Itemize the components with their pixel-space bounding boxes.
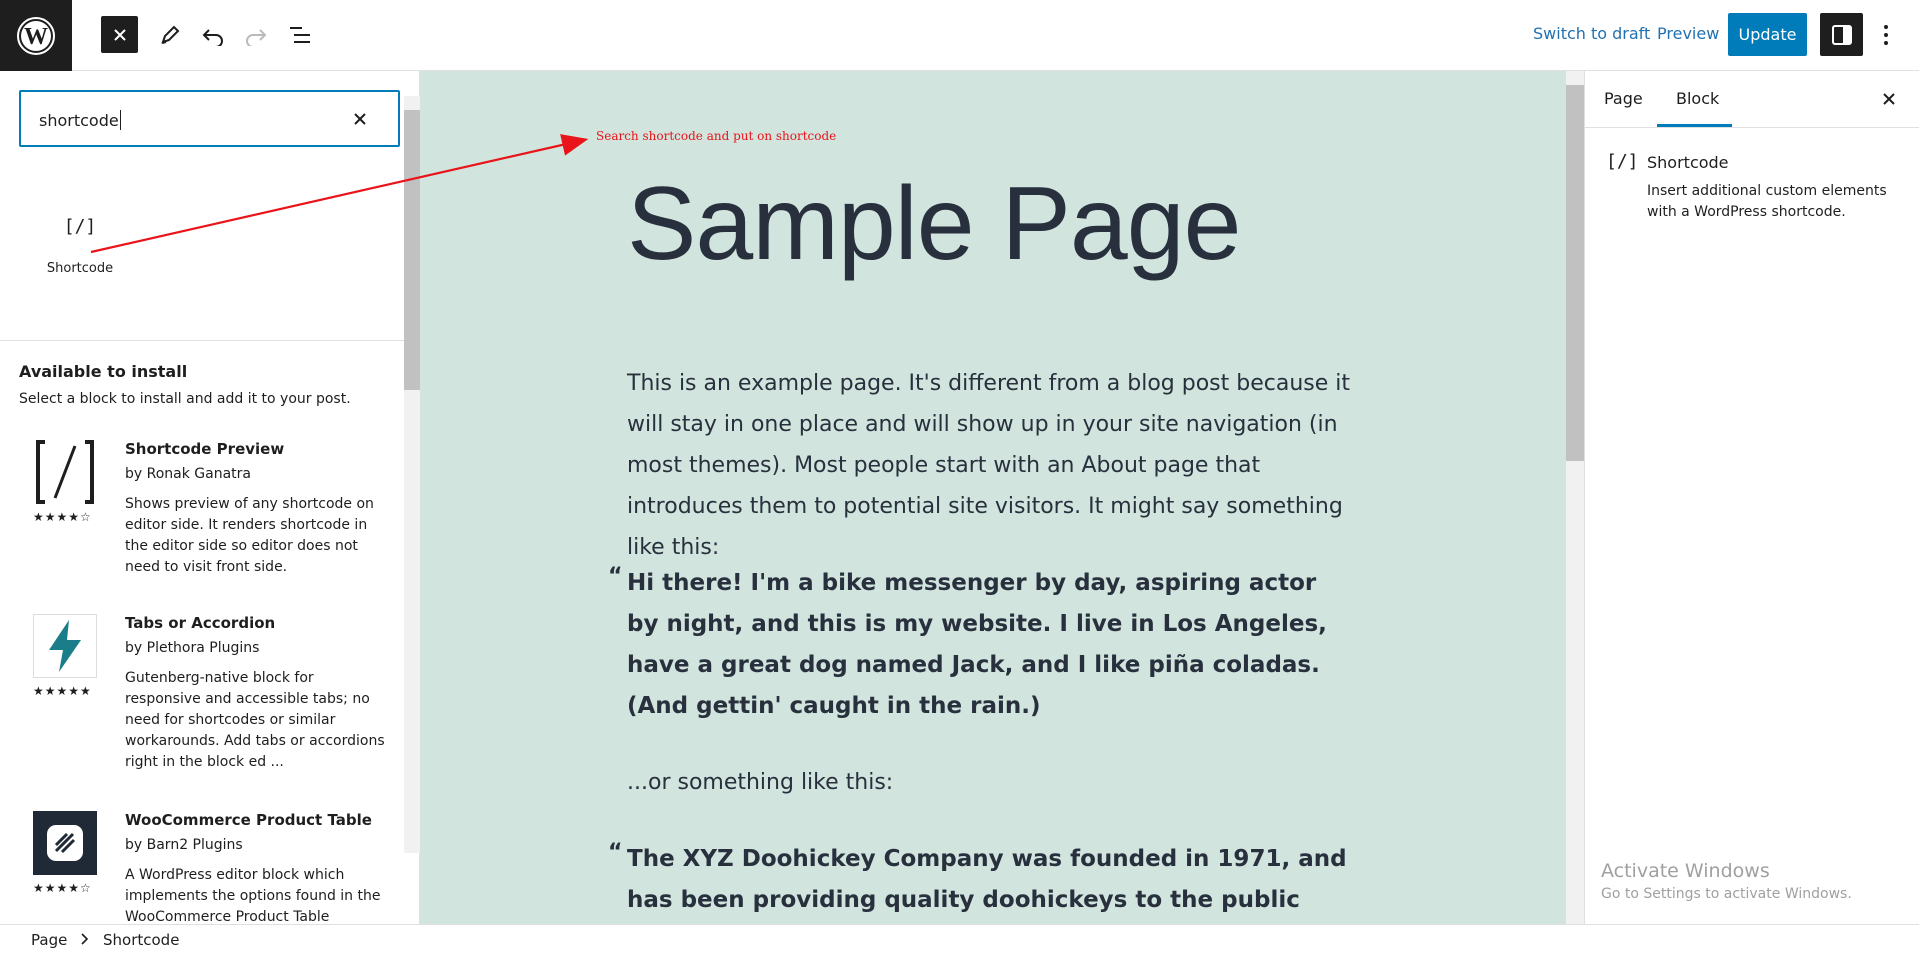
inserter-scrollbar-thumb[interactable] <box>404 110 420 390</box>
pencil-icon <box>160 25 179 44</box>
plugin-item-woocommerce-product-table[interactable]: ★★★★☆ WooCommerce Product Table by Barn2… <box>19 811 389 924</box>
quote-block[interactable]: Hi there! I'm a bike messenger by day, a… <box>627 563 1347 727</box>
settings-toggle-button[interactable] <box>1820 13 1863 56</box>
barn2-logo-icon <box>33 811 97 875</box>
close-inserter-button[interactable] <box>101 16 138 53</box>
quote-mark: “ <box>608 840 623 865</box>
preview-button[interactable]: Preview <box>1657 24 1719 43</box>
undo-icon <box>202 28 223 46</box>
page-title[interactable]: Sample Page <box>627 165 1241 284</box>
text-caret <box>119 110 121 130</box>
shortcode-bracket-icon <box>33 440 97 504</box>
close-icon <box>113 28 126 41</box>
activate-windows-subtitle: Go to Settings to activate Windows. <box>1601 886 1852 902</box>
list-view-icon <box>289 26 310 43</box>
plugin-author: by Plethora Plugins <box>125 640 260 656</box>
annotation-label: Search shortcode and put on shortcode <box>596 129 837 143</box>
clear-search-button[interactable] <box>347 106 373 132</box>
plugin-item-shortcode-preview[interactable]: ★★★★☆ Shortcode Preview by Ronak Ganatra… <box>19 440 389 590</box>
plugin-description: A WordPress editor block which implement… <box>125 867 381 924</box>
activate-windows-watermark: Activate Windows <box>1601 860 1770 882</box>
rating-stars: ★★★★☆ <box>33 510 92 524</box>
options-menu-button[interactable] <box>1872 16 1900 53</box>
tab-block[interactable]: Block <box>1676 89 1719 108</box>
svg-text:W: W <box>24 24 48 50</box>
available-to-install-heading: Available to install <box>19 362 188 381</box>
block-inserter-panel: shortcode [/] Shortcode Available to ins… <box>0 71 420 924</box>
close-icon <box>1883 93 1895 105</box>
lightning-icon <box>33 614 97 678</box>
sidebar-toggle-icon <box>1831 24 1852 45</box>
plugin-author: by Barn2 Plugins <box>125 837 243 853</box>
close-icon <box>354 113 366 125</box>
plugin-author: by Ronak Ganatra <box>125 466 251 482</box>
rating-stars: ★★★★☆ <box>33 881 92 895</box>
switch-to-draft-button[interactable]: Switch to draft <box>1533 24 1650 43</box>
settings-sidebar: Page Block [/] Shortcode Insert addition… <box>1584 71 1919 924</box>
plugin-name: WooCommerce Product Table <box>125 811 372 829</box>
shortcode-icon: [/] <box>1606 151 1639 172</box>
active-tab-indicator <box>1657 124 1732 127</box>
quote-mark: “ <box>608 564 623 589</box>
update-button[interactable]: Update <box>1728 13 1807 56</box>
available-to-install-subtitle: Select a block to install and add it to … <box>19 391 351 407</box>
rating-stars: ★★★★★ <box>33 684 92 698</box>
plugin-description: Gutenberg-native block for responsive an… <box>125 670 385 770</box>
block-breadcrumb: Page Shortcode <box>0 924 1919 954</box>
chevron-right-icon <box>80 929 90 953</box>
redo-icon <box>245 28 266 46</box>
breadcrumb-item-shortcode[interactable]: Shortcode <box>103 931 179 949</box>
redo-button[interactable] <box>237 16 274 53</box>
more-vertical-icon <box>1884 24 1888 45</box>
plugin-name: Tabs or Accordion <box>125 614 276 632</box>
block-card-title: Shortcode <box>1647 153 1729 172</box>
undo-button[interactable] <box>194 16 231 53</box>
plugin-description: Shows preview of any shortcode on editor… <box>125 496 374 575</box>
search-value: shortcode <box>39 111 119 130</box>
block-card-description: Insert additional custom elements with a… <box>1647 183 1887 220</box>
tools-button[interactable] <box>151 16 188 53</box>
divider <box>0 340 405 341</box>
block-search-input[interactable]: shortcode <box>19 90 400 147</box>
document-overview-button[interactable] <box>281 16 318 53</box>
plugin-name: Shortcode Preview <box>125 440 285 458</box>
breadcrumb-item-page[interactable]: Page <box>31 931 67 949</box>
canvas-scrollbar-thumb[interactable] <box>1566 85 1584 461</box>
shortcode-icon: [/] <box>63 216 97 237</box>
close-sidebar-button[interactable] <box>1876 86 1902 112</box>
plugin-item-tabs-or-accordion[interactable]: ★★★★★ Tabs or Accordion by Plethora Plug… <box>19 614 389 770</box>
block-result-label: Shortcode <box>46 261 114 276</box>
tab-page[interactable]: Page <box>1604 89 1643 108</box>
shortcode-block-result[interactable]: [/] Shortcode <box>30 216 130 306</box>
paragraph-block[interactable]: This is an example page. It's different … <box>627 363 1367 568</box>
editor-top-bar: W Switch to draft Preview Update <box>0 0 1919 71</box>
sidebar-tabs: Page Block <box>1585 71 1919 128</box>
wordpress-logo-icon[interactable]: W <box>0 0 72 71</box>
paragraph-block[interactable]: ...or something like this: <box>627 762 1367 803</box>
